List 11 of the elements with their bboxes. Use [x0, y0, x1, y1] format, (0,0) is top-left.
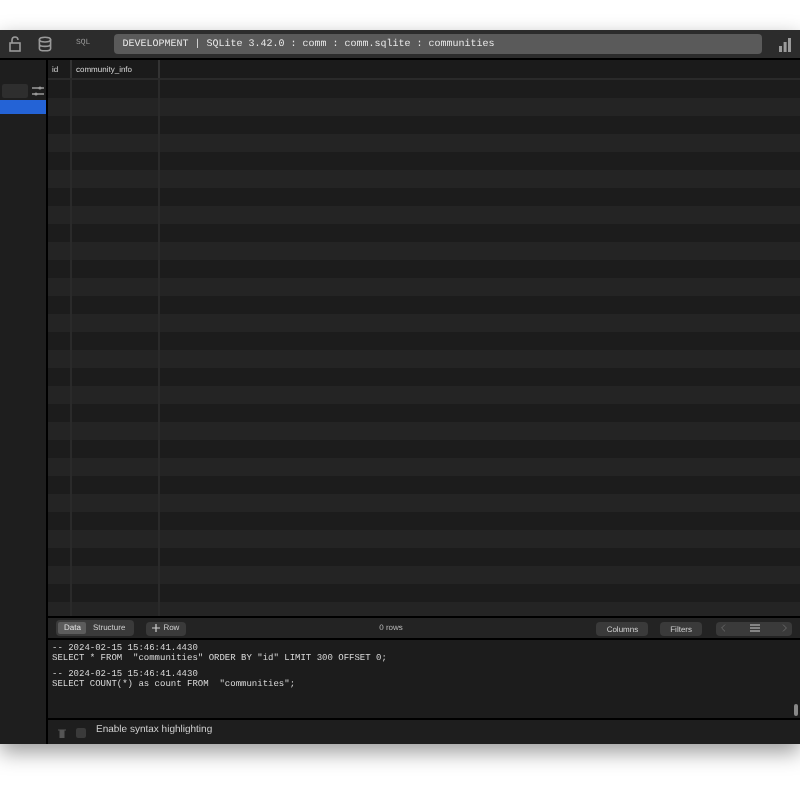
pagination-control[interactable]: [716, 621, 792, 635]
search-field[interactable]: [2, 83, 28, 97]
plus-icon: [151, 624, 160, 632]
checkbox[interactable]: [76, 727, 86, 737]
chart-icon[interactable]: [778, 37, 792, 51]
filter-icon[interactable]: [32, 85, 44, 95]
lock-icon[interactable]: [8, 36, 22, 52]
database-icon[interactable]: [38, 36, 52, 52]
trash-icon[interactable]: [58, 727, 66, 737]
scrollbar-thumb[interactable]: [794, 704, 798, 716]
list-icon[interactable]: [749, 624, 759, 632]
